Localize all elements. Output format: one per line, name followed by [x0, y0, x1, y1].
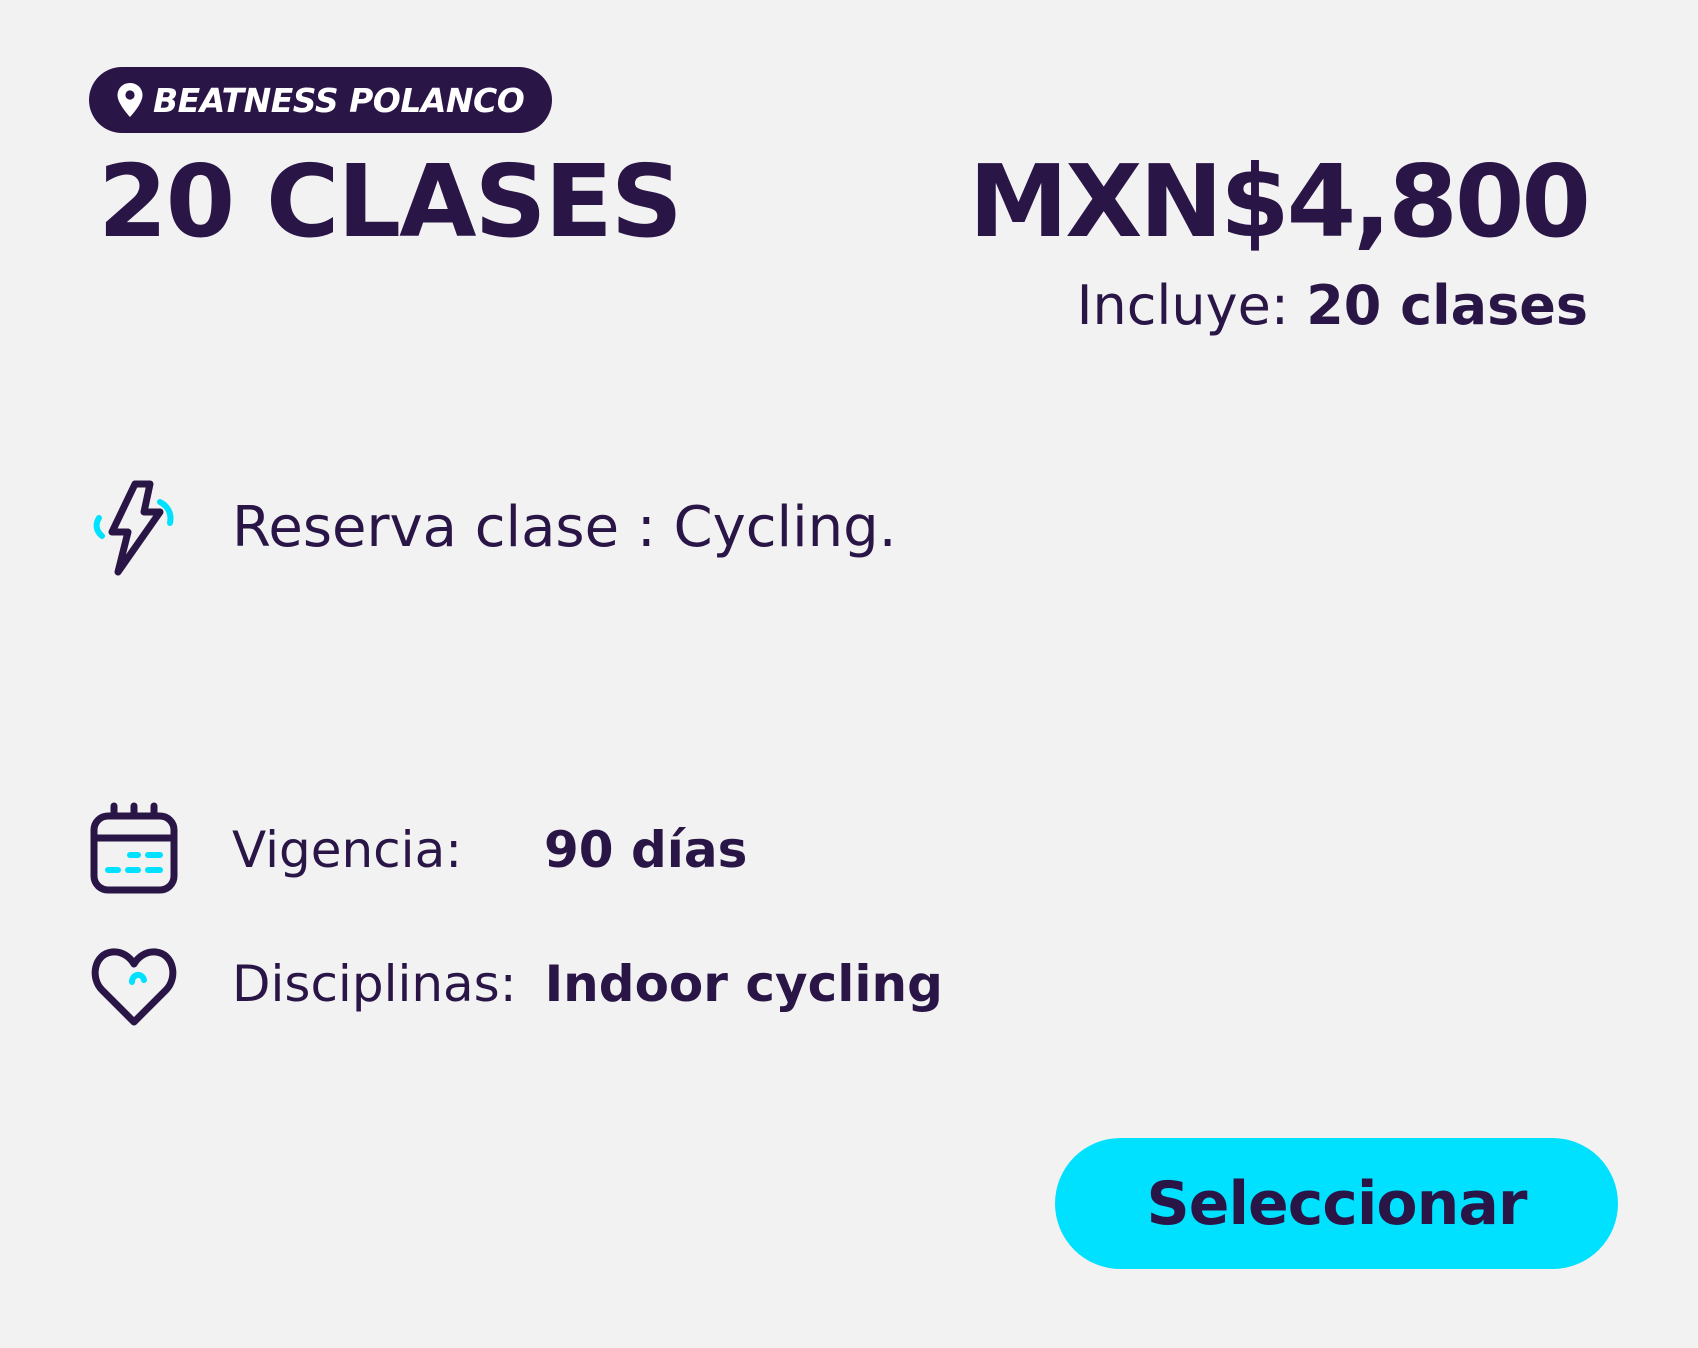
reserva-text: Reserva clase : Cycling.: [232, 495, 897, 560]
select-button[interactable]: Seleccionar: [1055, 1138, 1618, 1269]
vigencia-row: Vigencia: 90 días: [88, 800, 747, 900]
vigencia-label: Vigencia:: [232, 821, 463, 879]
reserva-row: Reserva clase : Cycling.: [88, 478, 897, 578]
disciplinas-value: Indoor cycling: [544, 955, 943, 1013]
includes-value: 20 clases: [1306, 274, 1588, 337]
location-name: BEATNESS POLANCO: [153, 80, 525, 120]
disciplinas-row: Disciplinas: Indoor cycling: [88, 934, 943, 1034]
location-badge: BEATNESS POLANCO: [89, 67, 553, 133]
heart-icon: [88, 934, 180, 1034]
disciplinas-label: Disciplinas:: [232, 955, 517, 1013]
calendar-icon: [88, 800, 180, 900]
plan-price: MXN$4,800: [968, 143, 1591, 260]
includes-label: Incluye:: [1076, 274, 1290, 337]
plan-includes: Incluye: 20 clases: [1077, 272, 1588, 340]
membership-plan-card: BEATNESS POLANCO 20 CLASES MXN$4,800 Inc…: [0, 0, 1698, 1348]
vigencia-value: 90 días: [544, 821, 748, 879]
lightning-bolt-icon: [88, 478, 180, 578]
location-pin-icon: [117, 83, 143, 117]
plan-title: 20 CLASES: [98, 143, 683, 260]
